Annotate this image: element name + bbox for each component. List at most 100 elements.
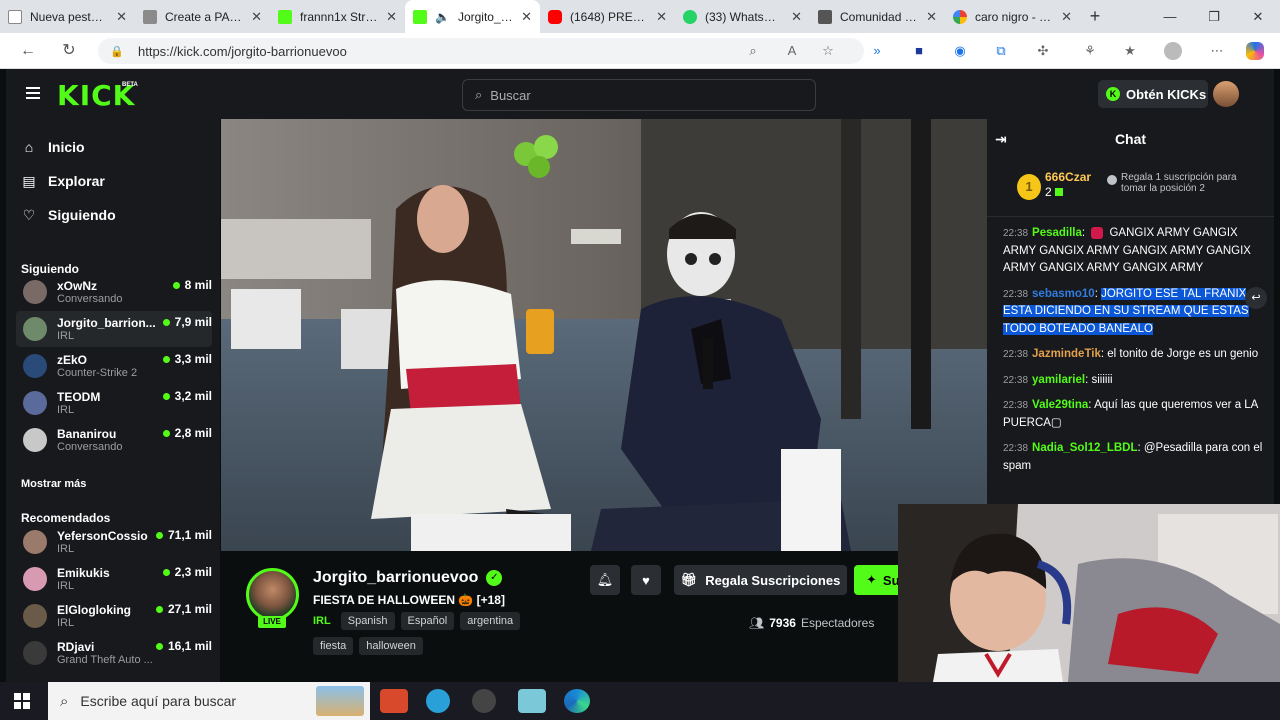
live-badge: LIVE bbox=[258, 616, 286, 628]
browser-tab-active[interactable]: 🔈 Jorgito_ba ✕ bbox=[405, 0, 540, 33]
chat-username[interactable]: Pesadilla bbox=[1032, 227, 1082, 239]
app-icon[interactable] bbox=[518, 689, 546, 713]
search-input[interactable]: ⌕ Buscar bbox=[462, 79, 816, 111]
read-aloud-icon[interactable]: A bbox=[783, 42, 801, 60]
channel-item[interactable]: Jorgito_barrion... IRL 7,9 mil bbox=[16, 311, 212, 347]
channel-avatar bbox=[23, 280, 47, 304]
taskbar-search-input[interactable]: ⌕ Escribe aquí para buscar bbox=[48, 682, 370, 720]
channel-item[interactable]: xOwNz Conversando 8 mil bbox=[16, 274, 212, 310]
profile-icon[interactable] bbox=[1164, 42, 1182, 60]
new-tab-button[interactable]: + bbox=[1080, 6, 1110, 27]
browser-tab[interactable]: Nueva pestaña ✕ bbox=[0, 0, 135, 33]
close-icon[interactable]: ✕ bbox=[1061, 9, 1072, 25]
collapse-chat-icon[interactable]: ⇥ bbox=[995, 131, 1007, 148]
windows-start-icon[interactable] bbox=[14, 693, 30, 709]
channel-name[interactable]: Jorgito_barrionuevoo ✓ bbox=[313, 569, 503, 587]
close-icon[interactable]: ✕ bbox=[386, 9, 397, 25]
category-link[interactable]: IRL bbox=[313, 615, 331, 627]
leaderboard-user[interactable]: 666Czar bbox=[1045, 170, 1091, 184]
webcam-frame bbox=[898, 504, 1280, 682]
chat-message: 22:38 JazmindeTik: el tonito de Jorge es … bbox=[1003, 346, 1265, 364]
browser-tab[interactable]: Create a PARAG✕ bbox=[135, 0, 270, 33]
extension-icon[interactable]: ⚘ bbox=[1081, 42, 1099, 60]
favorites-icon[interactable]: ★ bbox=[1121, 42, 1139, 60]
browser-tab[interactable]: frannn1x Stream✕ bbox=[270, 0, 405, 33]
channel-item[interactable]: RDjavi Grand Theft Auto ... 16,1 mil bbox=[16, 635, 212, 671]
puzzle-icon[interactable]: ✣ bbox=[1034, 42, 1052, 60]
gift-subs-button[interactable]: 🎁︎ Regala Suscripciones bbox=[674, 565, 847, 595]
video-player[interactable] bbox=[221, 119, 987, 551]
emote-icon bbox=[1091, 226, 1104, 239]
sidebar-item-siguiendo[interactable]: ♡ Siguiendo bbox=[22, 203, 116, 227]
video-frame bbox=[221, 119, 987, 551]
extension-icon[interactable]: ■ bbox=[910, 42, 928, 60]
channel-name: YefersonCossio bbox=[57, 529, 148, 543]
scroll-chat-icon[interactable]: ↩ bbox=[1245, 287, 1267, 309]
extension-icon[interactable]: » bbox=[868, 42, 886, 60]
channel-item[interactable]: Emikukis IRL 2,3 mil bbox=[16, 561, 212, 597]
get-kicks-button[interactable]: K Obtén KICKs bbox=[1098, 80, 1208, 108]
notification-bell-button[interactable]: 🔔︎ bbox=[590, 565, 620, 595]
close-window-button[interactable]: ✕ bbox=[1236, 0, 1280, 33]
chat-timestamp: 22:38 bbox=[1003, 228, 1029, 239]
minimize-button[interactable]: — bbox=[1148, 0, 1192, 33]
viewer-count: 3,3 mil bbox=[162, 352, 212, 366]
copilot-icon[interactable] bbox=[1246, 42, 1264, 60]
follow-heart-button[interactable]: ♥ bbox=[631, 565, 661, 595]
tag[interactable]: halloween bbox=[359, 637, 423, 655]
close-icon[interactable]: ✕ bbox=[521, 9, 532, 25]
browser-tab[interactable]: (33) WhatsApp ✕ bbox=[675, 0, 810, 33]
close-icon[interactable]: ✕ bbox=[791, 9, 802, 25]
speaker-icon[interactable]: 🔈 bbox=[435, 10, 450, 24]
app-icon[interactable] bbox=[380, 689, 408, 713]
viewer-count-value: 16,1 mil bbox=[167, 639, 212, 653]
viewer-count: 8 mil bbox=[172, 278, 212, 292]
more-icon[interactable]: ⋯ bbox=[1208, 42, 1226, 60]
edge-icon[interactable] bbox=[564, 689, 590, 713]
sidebar-item-inicio[interactable]: ⌂ Inicio bbox=[22, 135, 85, 159]
channel-category: IRL bbox=[57, 543, 75, 555]
tag[interactable]: Español bbox=[400, 612, 455, 630]
browser-tab[interactable]: caro nigro - Bus ✕ bbox=[945, 0, 1080, 33]
heart-icon: ♥ bbox=[642, 572, 650, 588]
chat-username[interactable]: Nadia_Sol12_LBDL bbox=[1032, 442, 1137, 454]
channel-avatar[interactable] bbox=[246, 568, 299, 621]
viewer-count: 27,1 mil bbox=[155, 602, 212, 616]
chat-username[interactable]: yamilariel bbox=[1032, 374, 1085, 386]
whatsapp-icon bbox=[683, 9, 697, 24]
tag[interactable]: fiesta bbox=[313, 637, 354, 655]
telegram-icon[interactable] bbox=[426, 689, 450, 713]
home-icon: ⌂ bbox=[24, 139, 34, 155]
browser-tab[interactable]: Comunidad BR ✕ bbox=[810, 0, 945, 33]
chat-username[interactable]: Vale29tina bbox=[1032, 399, 1088, 411]
channel-item[interactable]: zEkO Counter-Strike 2 3,3 mil bbox=[16, 348, 212, 384]
favorite-star-icon[interactable]: ☆ bbox=[819, 42, 837, 60]
tag[interactable]: argentina bbox=[460, 612, 521, 630]
app-icon[interactable] bbox=[472, 689, 496, 713]
chat-username[interactable]: JazmindeTik bbox=[1032, 348, 1101, 360]
close-icon[interactable]: ✕ bbox=[251, 9, 262, 25]
sidebar-item-explorar[interactable]: ▤ Explorar bbox=[22, 169, 104, 193]
close-icon[interactable]: ✕ bbox=[116, 9, 127, 25]
chat-username[interactable]: sebasmo10 bbox=[1032, 288, 1095, 300]
close-icon[interactable]: ✕ bbox=[656, 9, 667, 25]
menu-icon[interactable] bbox=[26, 87, 40, 99]
refresh-button[interactable]: ↻ bbox=[59, 41, 79, 61]
tag[interactable]: Spanish bbox=[340, 612, 395, 630]
channel-item[interactable]: ElGlogloking IRL 27,1 mil bbox=[16, 598, 212, 634]
screenshot-icon[interactable]: ⧉ bbox=[992, 42, 1010, 60]
channel-item[interactable]: Bananirou Conversando 2,8 mil bbox=[16, 422, 212, 458]
maximize-button[interactable]: ❐ bbox=[1192, 0, 1236, 33]
zoom-icon[interactable]: ⌕ bbox=[744, 42, 762, 60]
live-dot-icon bbox=[162, 392, 170, 400]
back-button[interactable]: ← bbox=[18, 41, 38, 61]
channel-item[interactable]: TEODM IRL 3,2 mil bbox=[16, 385, 212, 421]
google-icon bbox=[953, 9, 967, 24]
browser-tab[interactable]: (1648) PREMIO ✕ bbox=[540, 0, 675, 33]
viewer-count: 16,1 mil bbox=[155, 639, 212, 653]
show-more-link[interactable]: Mostrar más bbox=[21, 478, 86, 490]
close-icon[interactable]: ✕ bbox=[926, 9, 937, 25]
user-avatar[interactable] bbox=[1213, 81, 1239, 107]
extension-icon[interactable]: ◉ bbox=[951, 42, 969, 60]
channel-item[interactable]: YefersonCossio IRL 71,1 mil bbox=[16, 524, 212, 560]
